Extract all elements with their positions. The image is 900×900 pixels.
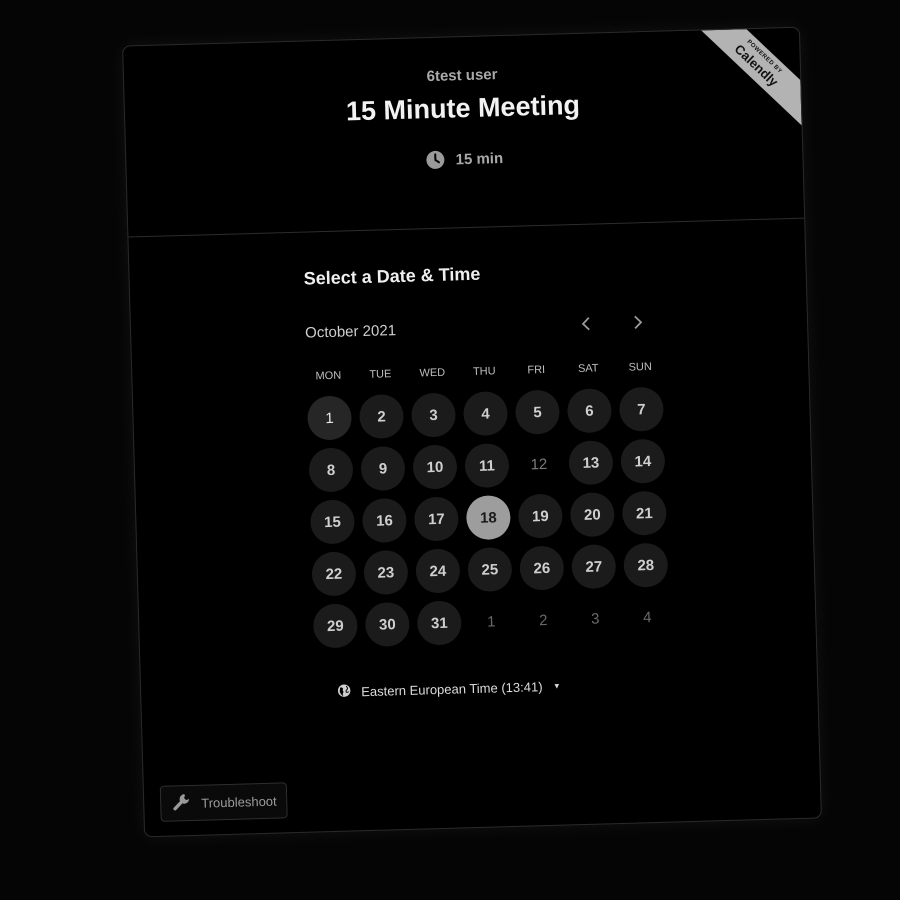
day-cell[interactable]: 6 (563, 384, 616, 437)
day-number: 1 (486, 612, 496, 631)
day-number: 16 (361, 497, 408, 544)
day-cell[interactable]: 17 (410, 492, 463, 545)
weekday-label: MON (315, 369, 342, 383)
globe-icon (337, 683, 351, 700)
day-number: 25 (467, 546, 513, 593)
day-number: 14 (620, 438, 666, 484)
day-cell[interactable]: 7 (615, 383, 668, 436)
weekday-label: SAT (577, 362, 599, 376)
next-month-button[interactable] (621, 305, 656, 340)
day-number: 28 (623, 542, 669, 588)
day-number: 2 (538, 611, 548, 629)
event-header: 6test user 15 Minute Meeting 15 min POWE… (123, 27, 804, 237)
day-cell[interactable]: 28 (619, 538, 672, 591)
day-number: 8 (308, 447, 354, 493)
troubleshoot-button[interactable]: Troubleshoot (159, 782, 289, 822)
timezone-label: Eastern European Time (13:41) (360, 679, 543, 700)
event-duration: 15 min (126, 140, 802, 179)
day-cell[interactable]: 11 (460, 439, 513, 492)
day-cell: 2 (517, 593, 570, 646)
troubleshoot-label: Troubleshoot (201, 793, 277, 811)
weekday-label: SUN (628, 360, 653, 374)
day-cell[interactable]: 4 (459, 387, 512, 440)
day-number: 4 (642, 608, 652, 626)
day-cell: 3 (569, 592, 622, 645)
day-number: 2 (358, 393, 405, 440)
calendar-grid: 1 2 3 4 5 6 7 8 9 10 11 12 13 14 15 16 17 18 19 20 21 22 23 24 2… (303, 383, 674, 653)
day-number: 22 (311, 551, 357, 597)
day-number: 26 (519, 545, 565, 591)
chevron-left-icon (581, 317, 590, 331)
day-cell[interactable]: 22 (307, 547, 360, 600)
day-cell: 12 (512, 437, 565, 490)
caret-down-icon: ▾ (554, 680, 560, 691)
day-number: 4 (462, 391, 509, 437)
day-cell[interactable]: 23 (359, 546, 412, 599)
day-number: 5 (514, 389, 561, 435)
scheduler-panel: Select a Date & Time October 2021 MON TU… (128, 219, 820, 837)
chevron-right-icon (634, 315, 643, 330)
day-number: 23 (363, 549, 409, 596)
day-number: 11 (464, 442, 510, 489)
day-number: 15 (309, 499, 356, 545)
day-cell[interactable]: 20 (566, 488, 619, 541)
day-cell[interactable]: 16 (358, 494, 411, 547)
day-number: 27 (571, 544, 617, 590)
day-cell[interactable]: 8 (304, 443, 357, 496)
day-number: 21 (621, 490, 667, 536)
month-label: October 2021 (304, 322, 397, 342)
day-number: 19 (517, 493, 563, 539)
day-cell[interactable]: 30 (361, 598, 414, 651)
day-cell[interactable]: 9 (356, 442, 409, 495)
day-cell[interactable]: 31 (413, 596, 466, 649)
day-number: 29 (312, 603, 358, 649)
day-number: 20 (569, 492, 615, 538)
weekday-label: WED (419, 366, 446, 380)
day-cell[interactable]: 29 (309, 599, 362, 652)
day-number: 12 (530, 455, 548, 473)
day-number: 18 (465, 494, 512, 541)
weekday-label: TUE (369, 368, 392, 381)
powered-by-badge[interactable]: POWERED BY Calendly (689, 27, 802, 141)
day-cell[interactable]: 21 (618, 487, 671, 540)
day-number: 31 (416, 600, 462, 646)
prev-month-button[interactable] (569, 306, 604, 341)
day-number: 30 (364, 601, 410, 648)
day-cell[interactable]: 13 (564, 436, 617, 489)
day-cell: 4 (621, 590, 674, 643)
day-cell[interactable]: 14 (616, 435, 669, 488)
day-number: 24 (415, 548, 461, 594)
day-cell[interactable]: 18 (462, 491, 515, 544)
day-cell[interactable]: 3 (407, 388, 460, 441)
day-cell[interactable]: 5 (511, 385, 564, 438)
day-number: 13 (568, 440, 614, 486)
day-cell[interactable]: 1 (303, 391, 356, 444)
day-number: 9 (360, 445, 406, 492)
day-number: 7 (618, 386, 665, 432)
day-cell[interactable]: 24 (411, 544, 464, 597)
day-cell[interactable]: 25 (463, 543, 516, 596)
day-cell[interactable]: 2 (355, 390, 408, 443)
day-number: 3 (590, 610, 600, 628)
timezone-selector[interactable]: Eastern European Time (13:41) ▾ (337, 678, 559, 701)
day-cell[interactable]: 19 (514, 489, 567, 542)
clock-icon (425, 150, 446, 171)
weekday-label: THU (472, 365, 496, 378)
day-cell[interactable]: 15 (306, 495, 359, 548)
section-title: Select a Date & Time (303, 263, 481, 289)
day-cell[interactable]: 26 (515, 541, 568, 594)
day-number: 17 (413, 496, 460, 542)
wrench-icon (171, 791, 192, 815)
duration-label: 15 min (455, 149, 504, 168)
day-number: 3 (410, 392, 457, 438)
day-number: 6 (566, 388, 613, 434)
day-cell[interactable]: 10 (408, 440, 461, 493)
booking-card: 6test user 15 Minute Meeting 15 min POWE… (122, 26, 822, 838)
day-cell: 1 (465, 595, 518, 648)
day-number: 1 (306, 395, 353, 441)
day-number: 10 (412, 444, 458, 490)
weekday-header: MON TUE WED THU FRI SAT SUN (302, 361, 666, 383)
weekday-label: FRI (527, 363, 546, 377)
day-cell[interactable]: 27 (567, 540, 620, 593)
